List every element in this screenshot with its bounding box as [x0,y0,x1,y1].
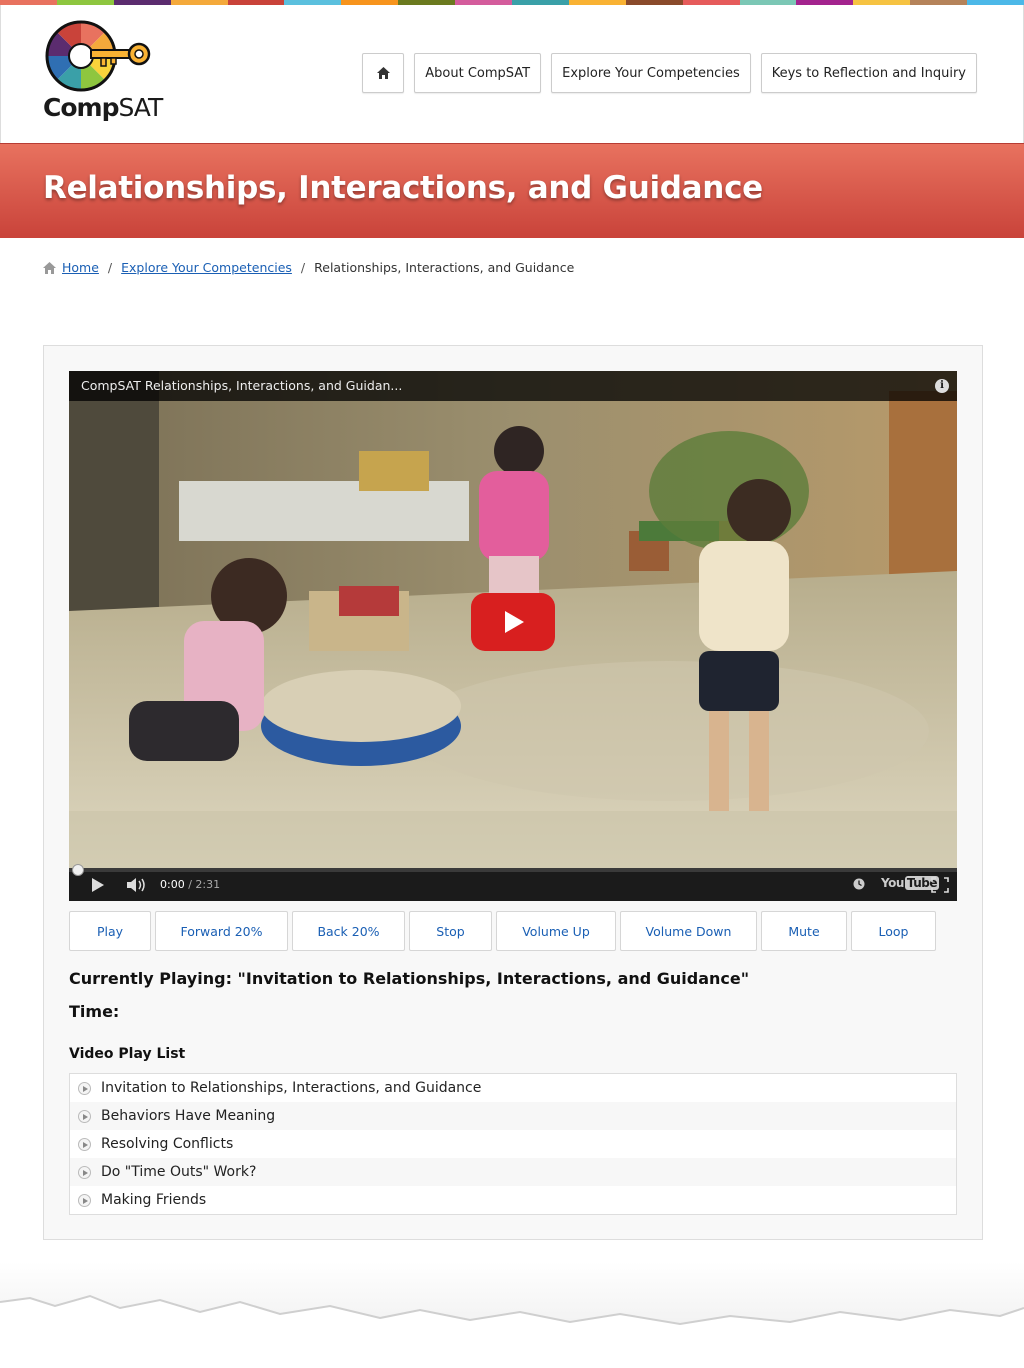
color-wheel-key-icon [45,20,151,92]
volume-down-button[interactable]: Volume Down [620,911,757,951]
playlist-item-label: Behaviors Have Meaning [101,1108,276,1124]
breadcrumb-explore-link[interactable]: Explore Your Competencies [121,260,292,275]
play-circle-icon [78,1137,91,1151]
nav-home-button[interactable] [362,53,405,93]
back-20-button[interactable]: Back 20% [292,911,405,951]
breadcrumb-separator: / [300,260,306,275]
player-button-row: Play Forward 20% Back 20% Stop Volume Up… [69,911,936,951]
breadcrumb-home-link[interactable]: Home [62,260,99,275]
mute-button[interactable]: Mute [761,911,847,951]
progress-bar[interactable] [69,864,957,876]
stop-button[interactable]: Stop [409,911,492,951]
nav-keys-reflection[interactable]: Keys to Reflection and Inquiry [760,53,977,93]
time-label: Time: [69,1002,120,1021]
torn-paper-decoration [0,1262,1024,1368]
playlist-item[interactable]: Do "Time Outs" Work? [70,1158,956,1186]
video-panel: CompSAT Relationships, Interactions, and… [43,345,983,1240]
playlist-item[interactable]: Behaviors Have Meaning [70,1102,956,1130]
loop-button[interactable]: Loop [851,911,936,951]
watch-later-icon[interactable] [853,878,865,890]
info-icon[interactable]: i [935,379,949,393]
forward-20-button[interactable]: Forward 20% [155,911,288,951]
playlist-item-label: Resolving Conflicts [101,1136,234,1152]
video-playlist: Invitation to Relationships, Interaction… [69,1073,957,1215]
play-circle-icon [78,1165,91,1179]
breadcrumb: Home / Explore Your Competencies / Relat… [43,260,574,275]
main-nav: About CompSAT Explore Your Competencies … [362,53,977,93]
play-button[interactable]: Play [69,911,151,951]
playlist-item-label: Invitation to Relationships, Interaction… [101,1080,482,1096]
breadcrumb-home-icon [43,261,56,274]
volume-up-button[interactable]: Volume Up [496,911,616,951]
playlist-title: Video Play List [69,1046,186,1062]
compsat-logo[interactable]: CompSAT [43,19,163,129]
play-circle-icon [78,1193,91,1207]
time-readout: 0:00 / 2:31 [160,878,221,891]
video-player[interactable]: CompSAT Relationships, Interactions, and… [69,371,957,901]
player-controls: 0:00 / 2:31 You Tube [69,868,957,901]
nav-about-compsat[interactable]: About CompSAT [414,53,542,93]
site-header: CompSAT About CompSAT Explore Your Compe… [0,5,1024,143]
play-circle-icon [78,1081,91,1095]
breadcrumb-current: Relationships, Interactions, and Guidanc… [314,260,575,275]
currently-playing: Currently Playing: "Invitation to Relati… [69,969,750,988]
volume-icon[interactable] [127,878,147,892]
playlist-item-label: Do "Time Outs" Work? [101,1164,257,1180]
playlist-item[interactable]: Making Friends [70,1186,956,1214]
play-icon[interactable] [91,878,105,892]
playlist-item-label: Making Friends [101,1192,207,1208]
playlist-item[interactable]: Invitation to Relationships, Interaction… [70,1074,956,1102]
nav-explore-competencies[interactable]: Explore Your Competencies [551,53,751,93]
progress-scrubber[interactable] [72,864,84,876]
fullscreen-icon[interactable] [931,877,949,893]
logo-wordmark: CompSAT [43,93,163,122]
youtube-play-icon[interactable] [471,593,555,651]
playlist-item[interactable]: Resolving Conflicts [70,1130,956,1158]
play-circle-icon [78,1109,91,1123]
page-banner: Relationships, Interactions, and Guidanc… [0,143,1024,238]
video-title[interactable]: CompSAT Relationships, Interactions, and… [69,371,957,401]
home-icon [376,67,390,79]
page-title: Relationships, Interactions, and Guidanc… [43,170,763,206]
breadcrumb-separator: / [107,260,113,275]
